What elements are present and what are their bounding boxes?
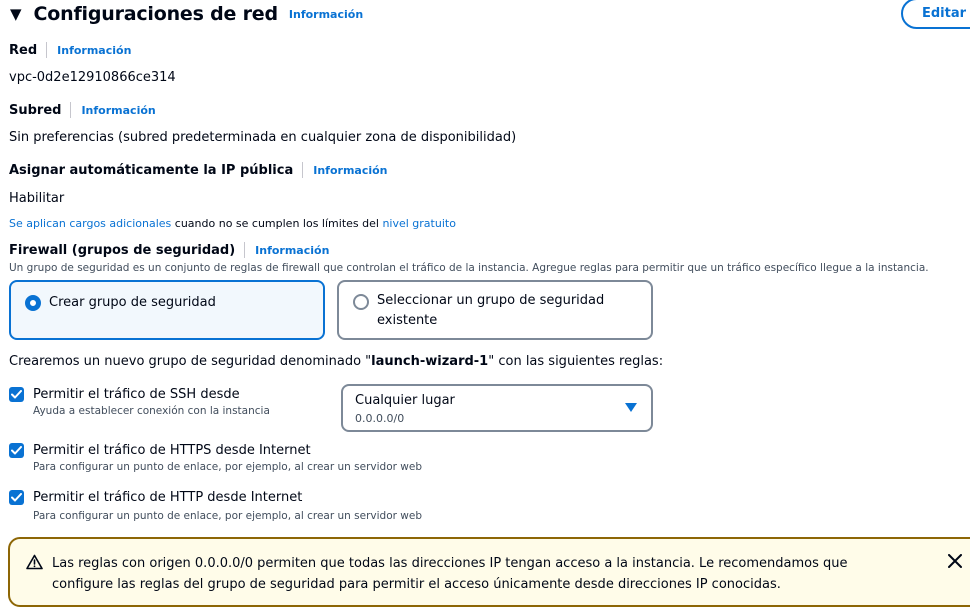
create-security-group-label: Crear grupo de seguridad bbox=[49, 295, 216, 310]
ssh-source-select[interactable]: Cualquier lugar 0.0.0.0/0 bbox=[341, 384, 653, 432]
firewall-info-link[interactable]: Información bbox=[255, 244, 329, 257]
ssh-label: Permitir el tráfico de SSH desde bbox=[33, 387, 240, 402]
public-ip-label: Asignar automáticamente la IP pública bbox=[9, 162, 294, 178]
create-group-text: Crearemos un nuevo grupo de seguridad de… bbox=[9, 354, 663, 369]
ssh-rule-row: Permitir el tráfico de SSH desde bbox=[9, 387, 240, 402]
note-text: cuando no se cumplen los límites del bbox=[171, 217, 383, 230]
http-description: Para configurar un punto de enlace, por … bbox=[33, 510, 422, 522]
checkmark-icon bbox=[11, 390, 22, 399]
http-checkbox[interactable] bbox=[9, 490, 24, 505]
select-security-group-option[interactable]: Seleccionar un grupo de seguridad existe… bbox=[337, 280, 653, 340]
caret-down-icon bbox=[625, 403, 637, 412]
header-info-link[interactable]: Información bbox=[289, 8, 363, 21]
ssh-source-cidr: 0.0.0.0/0 bbox=[355, 412, 405, 425]
create-text-before: Crearemos un nuevo grupo de seguridad de… bbox=[9, 354, 372, 369]
checkmark-icon bbox=[11, 493, 22, 502]
ssh-description: Ayuda a establecer conexión con la insta… bbox=[33, 405, 270, 417]
warning-text: Las reglas con origen 0.0.0.0/0 permiten… bbox=[52, 556, 848, 592]
warning-icon bbox=[26, 554, 43, 570]
subnet-label: Subred bbox=[9, 102, 62, 118]
collapse-caret-icon[interactable]: ▼ bbox=[10, 5, 22, 23]
close-icon[interactable] bbox=[948, 554, 962, 568]
https-label: Permitir el tráfico de HTTPS desde Inter… bbox=[33, 443, 311, 458]
radio-unselected-icon[interactable] bbox=[353, 294, 369, 310]
subnet-label-row: Subred Información bbox=[9, 102, 156, 118]
divider bbox=[70, 102, 72, 118]
public-ip-label-row: Asignar automáticamente la IP pública In… bbox=[9, 162, 388, 178]
section-title: Configuraciones de red bbox=[33, 3, 279, 25]
network-label-row: Red Información bbox=[9, 42, 131, 58]
https-description: Para configurar un punto de enlace, por … bbox=[33, 461, 422, 473]
create-security-group-option[interactable]: Crear grupo de seguridad bbox=[9, 280, 325, 340]
ssh-checkbox[interactable] bbox=[9, 387, 24, 402]
free-tier-link[interactable]: nivel gratuito bbox=[382, 217, 456, 230]
radio-selected-icon[interactable] bbox=[25, 295, 41, 311]
https-checkbox[interactable] bbox=[9, 443, 24, 458]
select-security-group-label: Seleccionar un grupo de seguridad existe… bbox=[377, 293, 605, 328]
security-group-name: launch-wizard-1 bbox=[371, 354, 489, 369]
edit-button[interactable]: Editar bbox=[901, 0, 970, 29]
create-text-after: " con las siguientes reglas: bbox=[488, 354, 664, 369]
divider bbox=[244, 242, 246, 258]
network-value: vpc-0d2e12910866ce314 bbox=[9, 70, 176, 85]
http-label: Permitir el tráfico de HTTP desde Intern… bbox=[33, 490, 303, 505]
ssh-source-value: Cualquier lugar bbox=[355, 393, 455, 408]
subnet-info-link[interactable]: Información bbox=[81, 104, 155, 117]
network-label: Red bbox=[9, 42, 38, 58]
firewall-description: Un grupo de seguridad es un conjunto de … bbox=[9, 262, 929, 274]
section-header: ▼ Configuraciones de red Información bbox=[8, 0, 363, 28]
firewall-label-row: Firewall (grupos de seguridad) Informaci… bbox=[9, 242, 329, 258]
http-rule-row: Permitir el tráfico de HTTP desde Intern… bbox=[9, 490, 302, 505]
additional-charges-link[interactable]: Se aplican cargos adicionales bbox=[9, 217, 171, 230]
warning-alert: Las reglas con origen 0.0.0.0/0 permiten… bbox=[8, 537, 970, 607]
https-rule-row: Permitir el tráfico de HTTPS desde Inter… bbox=[9, 443, 311, 458]
network-info-link[interactable]: Información bbox=[57, 44, 131, 57]
firewall-label: Firewall (grupos de seguridad) bbox=[9, 242, 236, 258]
checkmark-icon bbox=[11, 446, 22, 455]
subnet-value: Sin preferencias (subred predeterminada … bbox=[9, 130, 517, 145]
public-ip-note: Se aplican cargos adicionales cuando no … bbox=[9, 217, 456, 230]
divider bbox=[46, 42, 48, 58]
public-ip-value: Habilitar bbox=[9, 191, 65, 206]
public-ip-info-link[interactable]: Información bbox=[313, 164, 387, 177]
divider bbox=[302, 162, 304, 178]
